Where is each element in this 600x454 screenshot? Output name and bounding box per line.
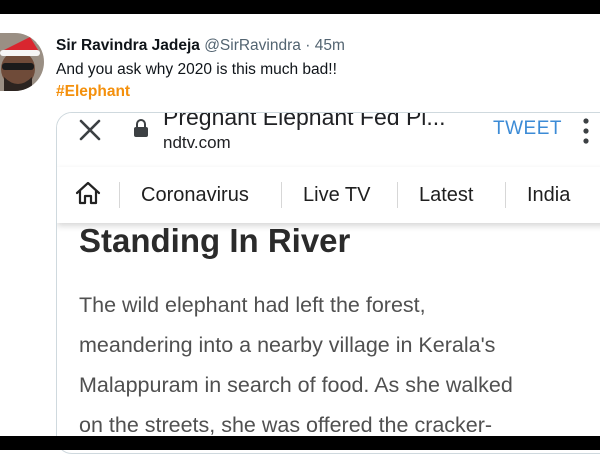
top-black-bar xyxy=(0,0,600,14)
article-heading: Standing In River xyxy=(79,222,351,259)
nav-item-coronavirus[interactable]: Coronavirus xyxy=(141,182,249,208)
tweet-text: And you ask why 2020 is this much bad!! xyxy=(56,61,337,78)
close-icon[interactable] xyxy=(77,117,103,143)
article-line: Malappuram in search of food. As she wal… xyxy=(79,373,513,397)
tweet-media-screenshot[interactable]: Pregnant Elephant Fed Pi... ndtv.com TWE… xyxy=(56,112,600,454)
article-body: The wild elephant had left the forest, m… xyxy=(79,285,600,445)
tweet-button[interactable]: TWEET xyxy=(493,118,562,140)
page-title: Pregnant Elephant Fed Pi... xyxy=(163,112,446,130)
separator-dot: · xyxy=(305,37,311,54)
site-nav-bar: Coronavirus Live TV Latest India xyxy=(57,167,600,223)
tweet-time[interactable]: 45m xyxy=(315,37,345,54)
page-domain: ndtv.com xyxy=(163,133,231,152)
more-vertical-icon[interactable] xyxy=(583,117,589,145)
avatar[interactable] xyxy=(0,33,44,91)
home-icon[interactable] xyxy=(75,181,101,205)
nav-item-live-tv[interactable]: Live TV xyxy=(303,182,370,208)
author-name[interactable]: Sir Ravindra Jadeja xyxy=(56,37,200,54)
lock-icon xyxy=(134,119,148,137)
nav-divider xyxy=(505,182,506,208)
nav-item-india[interactable]: India xyxy=(527,182,570,208)
nav-item-latest[interactable]: Latest xyxy=(419,182,473,208)
author-handle[interactable]: @SirRavindra xyxy=(204,37,301,54)
bottom-black-bar xyxy=(0,436,600,450)
nav-divider xyxy=(281,182,282,208)
nav-divider xyxy=(397,182,398,208)
tweet-header: Sir Ravindra Jadeja @SirRavindra · 45m xyxy=(56,36,345,56)
browser-toolbar: Pregnant Elephant Fed Pi... ndtv.com TWE… xyxy=(57,113,600,161)
hashtag-link[interactable]: #Elephant xyxy=(56,82,130,102)
article-line: The wild elephant had left the forest, xyxy=(79,293,426,317)
nav-divider xyxy=(119,182,120,208)
article-line: meandering into a nearby village in Kera… xyxy=(79,333,496,357)
